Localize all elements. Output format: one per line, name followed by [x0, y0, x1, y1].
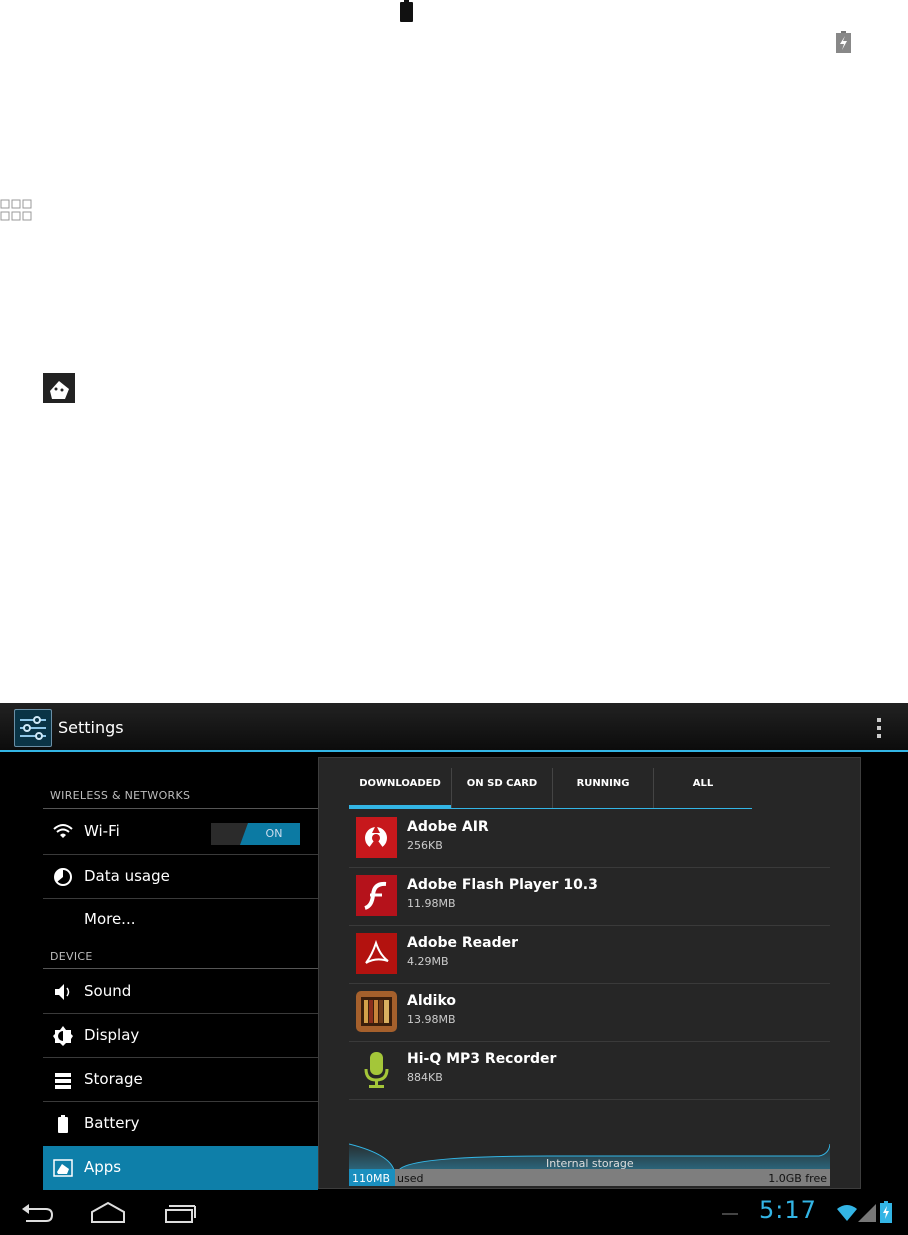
apps-panel: DOWNLOADED ON SD CARD RUNNING ALL Adobe … — [318, 757, 861, 1189]
overflow-menu-icon[interactable] — [872, 716, 886, 740]
wifi-icon — [52, 821, 74, 843]
tab-underline — [349, 808, 752, 809]
recent-apps-icon[interactable] — [158, 1198, 198, 1226]
sidebar-item-label: Display — [84, 1026, 140, 1044]
sidebar-item-label: Storage — [84, 1070, 143, 1088]
app-size: 884KB — [407, 1071, 443, 1084]
settings-sidebar: WIRELESS & NETWORKS Wi-Fi ON Data usage … — [43, 753, 318, 1190]
app-name: Adobe Flash Player 10.3 — [407, 877, 598, 893]
storage-used-label: used — [397, 1172, 424, 1185]
sidebar-item-more[interactable]: More... — [43, 898, 318, 941]
list-item[interactable]: Adobe Reader 4.29MB — [349, 926, 830, 984]
sidebar-item-label: Sound — [84, 982, 132, 1000]
sidebar-item-label: Battery — [84, 1114, 140, 1132]
device-screen: Settings WIRELESS & NETWORKS Wi-Fi ON Da… — [0, 703, 908, 1235]
all-apps-grid-icon — [0, 199, 34, 225]
notification-indicator — [722, 1213, 738, 1215]
battery-charging-icon — [836, 31, 851, 53]
divider — [43, 808, 318, 809]
tab-running[interactable]: RUNNING — [553, 758, 653, 809]
android-market-icon — [43, 373, 75, 403]
section-header-wireless: WIRELESS & NETWORKS — [50, 789, 191, 802]
tab-downloaded[interactable]: DOWNLOADED — [349, 758, 451, 809]
microphone-icon — [356, 1049, 397, 1090]
app-name: Adobe Reader — [407, 935, 519, 951]
adobe-air-icon — [356, 817, 397, 858]
storage-bar: 110MB used 1.0GB free — [349, 1169, 830, 1186]
tab-all[interactable]: ALL — [654, 758, 752, 809]
settings-icon[interactable] — [14, 709, 52, 747]
storage-used-value: 110MB — [352, 1172, 391, 1185]
sidebar-item-label: Data usage — [84, 867, 170, 885]
sidebar-item-apps[interactable]: Apps — [43, 1146, 318, 1190]
app-name: Hi-Q MP3 Recorder — [407, 1051, 557, 1067]
app-name: Aldiko — [407, 993, 457, 1009]
list-item[interactable]: Aldiko 13.98MB — [349, 984, 830, 1042]
back-icon[interactable] — [18, 1198, 58, 1226]
apps-icon — [52, 1157, 74, 1179]
list-item[interactable]: Adobe Flash Player 10.3 11.98MB — [349, 868, 830, 926]
app-size: 256KB — [407, 839, 443, 852]
storage-icon — [52, 1069, 74, 1091]
clock: 5:17 — [759, 1196, 817, 1224]
page-title: Settings — [58, 718, 124, 737]
storage-free-label: 1.0GB free — [768, 1172, 827, 1185]
list-item[interactable]: Hi-Q MP3 Recorder 884KB — [349, 1042, 830, 1100]
tab-on-sd-card[interactable]: ON SD CARD — [452, 758, 552, 809]
adobe-reader-icon — [356, 933, 397, 974]
sidebar-item-storage[interactable]: Storage — [43, 1058, 318, 1101]
sound-icon — [52, 981, 74, 1003]
battery-charging-icon — [880, 1201, 892, 1223]
divider — [43, 968, 318, 969]
wifi-signal-icon — [836, 1204, 858, 1222]
action-bar: Settings — [0, 703, 908, 750]
cell-signal-icon — [858, 1204, 876, 1222]
wifi-toggle[interactable]: ON — [211, 823, 300, 845]
app-name: Adobe AIR — [407, 819, 489, 835]
sidebar-item-label: Apps — [84, 1158, 122, 1176]
data-usage-icon — [52, 866, 74, 888]
battery-icon — [52, 1113, 74, 1135]
sidebar-item-data-usage[interactable]: Data usage — [43, 855, 318, 898]
section-header-device: DEVICE — [50, 950, 93, 963]
sidebar-item-label: Wi-Fi — [84, 822, 120, 840]
sidebar-item-label: More... — [84, 910, 136, 928]
action-bar-divider — [0, 750, 908, 752]
app-size: 11.98MB — [407, 897, 456, 910]
system-bar: 5:17 — [0, 1190, 908, 1235]
wifi-toggle-on-label: ON — [240, 823, 300, 845]
home-icon[interactable] — [88, 1198, 128, 1226]
flash-player-icon — [356, 875, 397, 916]
sidebar-item-display[interactable]: Display — [43, 1014, 318, 1057]
app-size: 13.98MB — [407, 1013, 456, 1026]
battery-icon — [400, 0, 413, 22]
sidebar-item-wifi[interactable]: Wi-Fi ON — [43, 810, 318, 853]
app-size: 4.29MB — [407, 955, 449, 968]
sidebar-item-battery[interactable]: Battery — [43, 1102, 318, 1145]
aldiko-icon — [356, 991, 397, 1032]
sidebar-item-sound[interactable]: Sound — [43, 970, 318, 1013]
display-icon — [52, 1025, 74, 1047]
list-item[interactable]: Adobe AIR 256KB — [349, 810, 830, 868]
